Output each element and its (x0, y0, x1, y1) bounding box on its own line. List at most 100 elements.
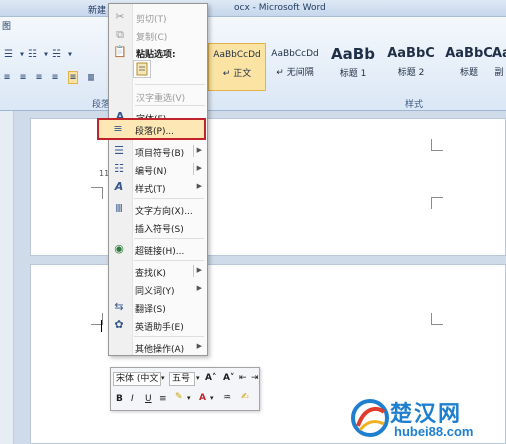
clipboard-icon: 📋 (113, 45, 127, 58)
menu-item-paragraph[interactable]: ≡ 段落(P)... (97, 118, 206, 140)
style-preview: AaBbCcDd (213, 50, 261, 60)
grow-font-button[interactable]: A˄ (205, 373, 216, 383)
menu-item-cut[interactable]: ✂ 剪切(T) (109, 8, 207, 26)
menu-item-synonyms[interactable]: 同义词(Y) ▶ (108, 280, 206, 298)
justify-button[interactable]: ≡ (52, 72, 58, 83)
style-no-spacing[interactable]: AaBbCcDd ↵ 无间隔 (266, 43, 324, 91)
menu-separator (135, 105, 205, 106)
format-painter-icon[interactable]: ♒ (223, 393, 231, 403)
center-button[interactable]: ≡ (159, 394, 167, 404)
paste-options-label: 粘贴选项: (136, 50, 176, 60)
styles-group-label: 样式 (405, 100, 424, 110)
outdent-button[interactable]: ⇥ (251, 373, 259, 383)
watermark: 楚汉网 hubei88.com (350, 396, 506, 444)
indent-button[interactable]: ⇤ (239, 373, 247, 383)
bullets-icon: ☰ (114, 144, 124, 157)
align-left-button[interactable]: ≡ (4, 72, 10, 83)
menu-item-english-assistant[interactable]: ✿ 英语助手(E) (108, 316, 206, 334)
text-direction-icon: Ⅲ (115, 202, 123, 215)
menu-separator (134, 260, 204, 261)
menu-item-copy[interactable]: ⧉ 复制(C) (109, 26, 207, 44)
menu-item-insert-symbol[interactable]: 插入符号(S) (108, 218, 206, 236)
highlighter-icon[interactable]: ✎ (175, 392, 183, 402)
chevron-down-icon[interactable]: ▾ (161, 374, 165, 382)
scissors-icon: ✂ (115, 10, 125, 23)
paragraph-icon: ≡ (113, 122, 123, 135)
menu-item-label: 超链接(H)... (135, 247, 185, 257)
menu-item-more-actions[interactable]: 其他操作(A) ▶ (108, 338, 206, 356)
chevron-down-icon[interactable]: ▾ (196, 374, 200, 382)
ribbon-tab-fragment[interactable]: 图 (2, 19, 11, 32)
menu-item-label: 查找(K) (135, 269, 166, 279)
font-name-value: 宋体 (中文 (116, 374, 159, 384)
submenu-arrow-icon: ▶ (196, 266, 202, 274)
submenu-arrow-icon: ▶ (196, 146, 202, 154)
menu-item-label: 项目符号(B) (135, 149, 185, 159)
split-divider (193, 145, 194, 157)
menu-item-label: 样式(T) (135, 185, 166, 195)
paste-text-icon (136, 62, 148, 76)
align-center-button[interactable]: ≡ (20, 72, 26, 83)
style-preview: AaBb (331, 45, 375, 63)
submenu-arrow-icon: ▶ (196, 182, 202, 190)
numbering-button[interactable]: ☷ ▾ (28, 49, 49, 60)
paste-keep-text-button[interactable] (133, 60, 151, 78)
paintbrush-icon[interactable]: ✍ (241, 392, 249, 402)
style-name: ↵ 正文 (222, 69, 252, 79)
style-preview: Aa (492, 46, 506, 61)
chevron-down-icon[interactable]: ▾ (187, 394, 191, 402)
font-size-select[interactable]: 五号 (169, 372, 195, 386)
menu-item-label: 剪切(T) (136, 15, 167, 25)
menu-item-hyperlink[interactable]: ◉ 超链接(H)... (108, 240, 206, 258)
split-divider (193, 163, 194, 175)
font-color-icon[interactable]: A (199, 393, 206, 403)
numbering-icon: ☷ (114, 162, 124, 175)
margin-corner-mark (431, 313, 443, 325)
menu-item-label: 英语助手(E) (135, 323, 184, 333)
style-normal[interactable]: AaBbCcDd ↵ 正文 (208, 43, 266, 91)
style-heading-2[interactable]: AaBbC 标题 2 (382, 43, 440, 91)
menu-item-label: 复制(C) (136, 33, 168, 43)
menu-item-styles[interactable]: A 样式(T) ▶ (108, 178, 206, 196)
style-preview: AaBbC (445, 46, 493, 61)
menu-item-label: 段落(P)... (135, 127, 175, 137)
menu-separator (134, 238, 204, 239)
menu-item-bullets[interactable]: ☰ 项目符号(B) ▶ (108, 142, 206, 160)
margin-corner-mark (431, 197, 443, 209)
style-name: 标题 (459, 68, 478, 78)
menu-separator (134, 336, 204, 337)
menu-item-hanzi-reconvert[interactable]: 汉字重选(V) (109, 87, 207, 105)
align-right-button[interactable]: ≡ (36, 72, 42, 83)
line-spacing-button[interactable]: ▥ (88, 72, 94, 83)
shrink-font-button[interactable]: A˅ (223, 373, 234, 383)
style-name: 标题 2 (397, 68, 425, 78)
menu-item-text-direction[interactable]: Ⅲ 文字方向(X)... (108, 200, 206, 218)
styles-icon: A (114, 180, 124, 193)
style-preview: AaBbCcDd (271, 49, 319, 59)
style-preview: AaBbC (387, 46, 435, 61)
font-name-select[interactable]: 宋体 (中文 (113, 372, 161, 386)
style-name: 标题 1 (339, 69, 367, 79)
style-name: ↵ 无间隔 (276, 68, 314, 78)
italic-button[interactable]: I (131, 394, 134, 404)
vertical-ruler (0, 111, 14, 444)
menu-item-label: 翻译(S) (135, 305, 166, 315)
window-title-fragment: 新建 (88, 6, 107, 16)
ribbon: 图 ☰ ▾ ☷ ▾ ☵ ▾ ≡ ≡ ≡ ≡ ≡ ▥ 段落 AaBbCcDd ↵ … (0, 17, 506, 111)
distributed-button[interactable]: ≡ (68, 71, 79, 84)
multilevel-list-button[interactable]: ☵ ▾ (52, 49, 73, 60)
menu-item-translate[interactable]: ⇆ 翻译(S) (108, 298, 206, 316)
menu-item-find[interactable]: 查找(K) ▶ (108, 262, 206, 280)
styles-gallery: AaBbCcDd ↵ 正文 AaBbCcDd ↵ 无间隔 AaBb 标题 1 A… (208, 43, 506, 91)
english-assistant-icon: ✿ (114, 318, 124, 331)
chevron-down-icon[interactable]: ▾ (210, 394, 214, 402)
menu-item-numbering[interactable]: ☷ 编号(N) ▶ (108, 160, 206, 178)
style-heading-1[interactable]: AaBb 标题 1 (324, 43, 382, 91)
bullets-button[interactable]: ☰ ▾ (4, 49, 25, 60)
split-divider (193, 265, 194, 277)
style-title[interactable]: AaBbC 标题 (440, 43, 498, 91)
style-subtitle[interactable]: Aa 副 (492, 43, 506, 91)
bold-button[interactable]: B (116, 394, 123, 404)
underline-button[interactable]: U (145, 394, 152, 404)
menu-item-label: 编号(N) (135, 167, 167, 177)
